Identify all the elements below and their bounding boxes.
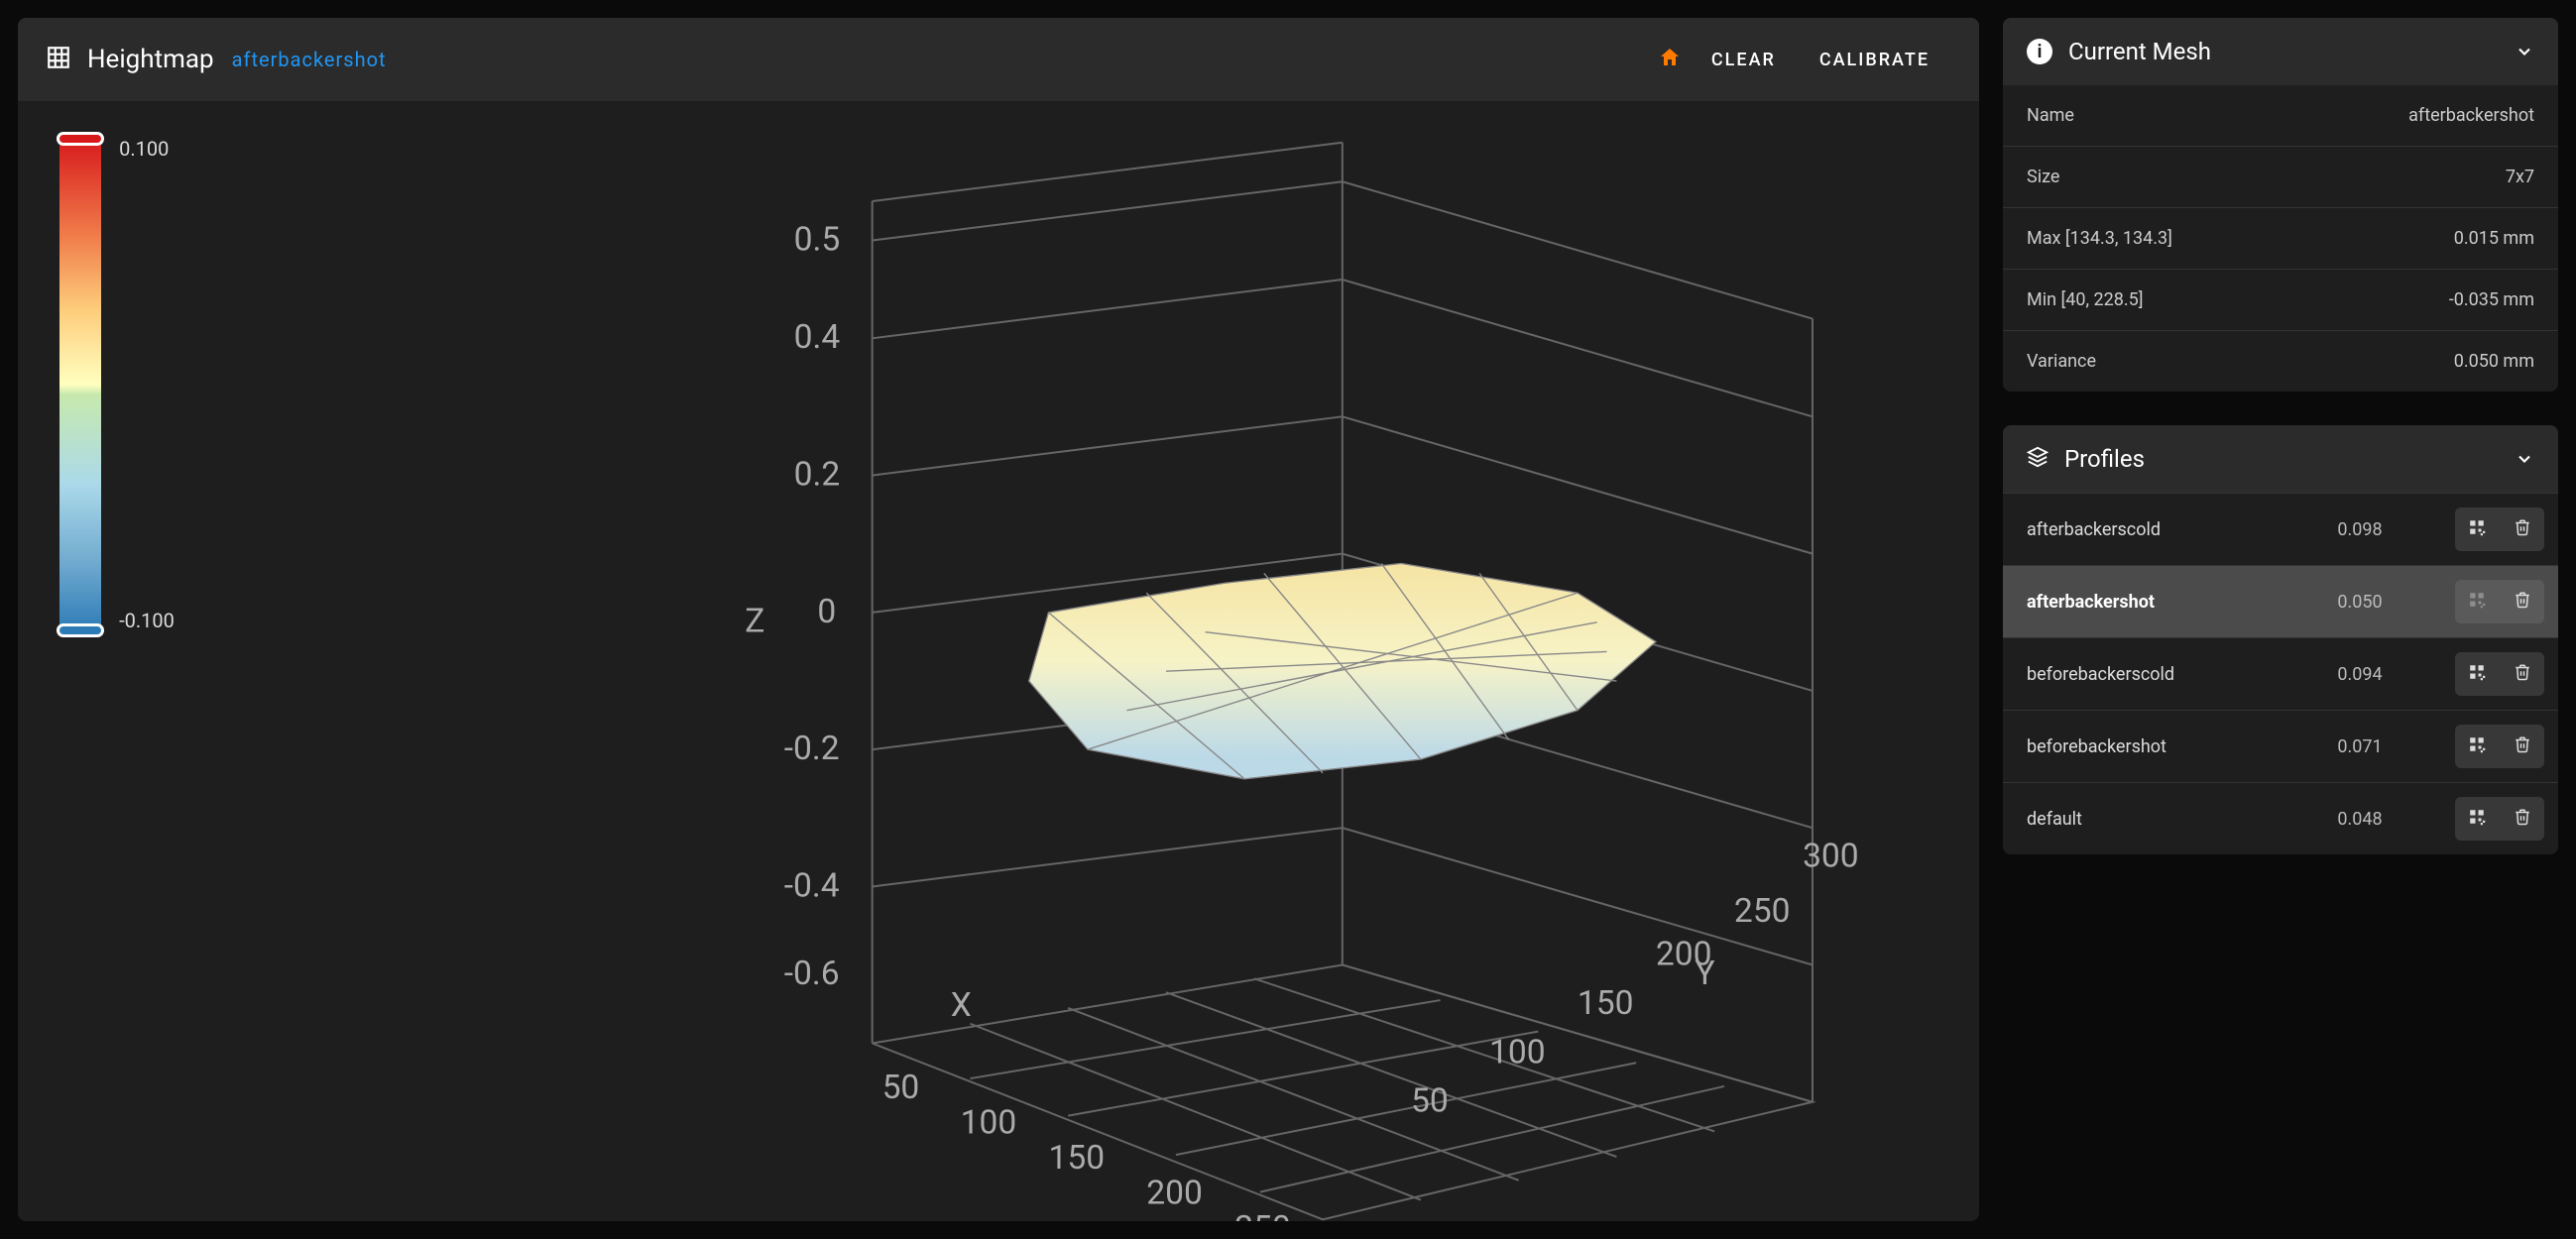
profile-row[interactable]: beforebackershot 0.071 [2003, 710, 2558, 782]
load-icon [2468, 518, 2486, 540]
svg-text:X: X [951, 986, 972, 1025]
svg-text:50: 50 [882, 1069, 920, 1107]
trash-icon [2514, 591, 2531, 613]
colorbar-gradient[interactable] [59, 137, 101, 632]
svg-text:0.2: 0.2 [794, 455, 841, 494]
profile-value: 0.048 [2277, 809, 2443, 830]
mesh-stat-value: 0.015 mm [2454, 228, 2534, 249]
svg-text:-0.4: -0.4 [784, 866, 840, 905]
mesh-stat-value: 7x7 [2506, 167, 2534, 187]
current-mesh-header[interactable]: i Current Mesh [2003, 18, 2558, 85]
info-icon: i [2027, 39, 2052, 64]
trash-icon [2514, 518, 2531, 540]
mesh-stat-key: Min [40, 228.5] [2027, 289, 2144, 310]
trash-icon [2514, 663, 2531, 685]
profile-load-button[interactable] [2457, 582, 2497, 621]
heightmap-header: Heightmap afterbackershot CLEAR CALIBRAT… [18, 18, 1979, 101]
profile-name: beforebackerscold [2027, 664, 2265, 685]
load-icon [2468, 735, 2486, 757]
heightmap-panel: Heightmap afterbackershot CLEAR CALIBRAT… [18, 18, 1979, 1221]
profile-value: 0.094 [2277, 664, 2443, 685]
load-icon [2468, 591, 2486, 613]
profile-row[interactable]: afterbackerscold 0.098 [2003, 493, 2558, 565]
mesh-stat-key: Variance [2027, 351, 2096, 372]
mesh-stat-value: 0.050 mm [2454, 351, 2534, 372]
svg-text:200: 200 [1146, 1174, 1203, 1212]
profile-load-button[interactable] [2457, 727, 2497, 766]
plot-area: 0.100 -0.100 [18, 101, 1979, 1221]
svg-text:100: 100 [961, 1103, 1017, 1142]
svg-text:250: 250 [1234, 1209, 1291, 1221]
profile-value: 0.050 [2277, 592, 2443, 613]
svg-text:250: 250 [1734, 892, 1791, 931]
profile-load-button[interactable] [2457, 799, 2497, 839]
grid-icon [46, 45, 71, 74]
chevron-down-icon [2515, 449, 2534, 469]
mesh-stat-row: Variance 0.050 mm [2003, 330, 2558, 392]
colorbar: 0.100 -0.100 [28, 121, 206, 1221]
home-icon [1658, 46, 1682, 69]
colorbar-min: -0.100 [119, 609, 175, 632]
page-title: Heightmap [87, 45, 214, 74]
layers-icon [2027, 446, 2049, 472]
chevron-down-icon [2515, 42, 2534, 61]
profile-load-button[interactable] [2457, 509, 2497, 549]
current-mesh-title: Current Mesh [2068, 38, 2499, 65]
trash-icon [2514, 808, 2531, 830]
mesh-stat-key: Name [2027, 105, 2074, 126]
profile-load-button[interactable] [2457, 654, 2497, 694]
mesh-stat-value: afterbackershot [2408, 105, 2534, 126]
colorbar-max: 0.100 [119, 137, 175, 161]
clear-button[interactable]: CLEAR [1690, 40, 1798, 80]
svg-text:100: 100 [1489, 1033, 1546, 1071]
load-icon [2468, 663, 2486, 685]
profiles-panel: Profiles afterbackerscold0.098afterbacke… [2003, 425, 2558, 854]
svg-text:300: 300 [1803, 838, 1859, 876]
mesh-stat-row: Name afterbackershot [2003, 85, 2558, 146]
profile-name: afterbackerscold [2027, 519, 2265, 540]
svg-text:0.4: 0.4 [794, 318, 841, 357]
profile-delete-button[interactable] [2503, 799, 2542, 839]
svg-text:-0.2: -0.2 [784, 730, 840, 768]
svg-text:-0.6: -0.6 [784, 955, 840, 993]
mesh-stat-key: Max [134.3, 134.3] [2027, 228, 2172, 249]
svg-text:0: 0 [817, 593, 836, 631]
surface-plot[interactable]: Z X Y 0.5 0.4 0.2 0 -0.2 -0.4 -0.6 50 10… [206, 121, 1969, 1221]
mesh-stat-row: Size 7x7 [2003, 146, 2558, 207]
svg-text:150: 150 [1578, 984, 1634, 1023]
profiles-title: Profiles [2064, 445, 2499, 473]
heightmap-subtitle: afterbackershot [232, 48, 387, 71]
load-icon [2468, 808, 2486, 830]
profiles-header[interactable]: Profiles [2003, 425, 2558, 493]
svg-text:0.5: 0.5 [794, 220, 841, 259]
profile-delete-button[interactable] [2503, 509, 2542, 549]
home-button[interactable] [1650, 38, 1690, 81]
mesh-stat-value: -0.035 mm [2449, 289, 2534, 310]
profile-name: beforebackershot [2027, 736, 2265, 757]
mesh-stat-row: Max [134.3, 134.3] 0.015 mm [2003, 207, 2558, 269]
profile-delete-button[interactable] [2503, 582, 2542, 621]
profile-value: 0.071 [2277, 736, 2443, 757]
trash-icon [2514, 735, 2531, 757]
mesh-stat-key: Size [2027, 167, 2059, 187]
svg-text:150: 150 [1048, 1139, 1105, 1178]
profile-name: default [2027, 809, 2265, 830]
colorbar-handle-bottom[interactable] [57, 623, 104, 637]
svg-text:50: 50 [1411, 1082, 1449, 1121]
profile-name: afterbackershot [2027, 592, 2265, 613]
profile-delete-button[interactable] [2503, 727, 2542, 766]
profile-delete-button[interactable] [2503, 654, 2542, 694]
current-mesh-panel: i Current Mesh Name afterbackershot Size 7x… [2003, 18, 2558, 392]
colorbar-handle-top[interactable] [57, 132, 104, 146]
profile-row[interactable]: default 0.048 [2003, 782, 2558, 854]
profile-value: 0.098 [2277, 519, 2443, 540]
profile-row[interactable]: afterbackershot 0.050 [2003, 565, 2558, 637]
calibrate-button[interactable]: CALIBRATE [1798, 40, 1951, 80]
profile-row[interactable]: beforebackerscold 0.094 [2003, 637, 2558, 710]
svg-text:Z: Z [745, 603, 764, 641]
mesh-stat-row: Min [40, 228.5] -0.035 mm [2003, 269, 2558, 330]
svg-text:200: 200 [1656, 935, 1712, 973]
